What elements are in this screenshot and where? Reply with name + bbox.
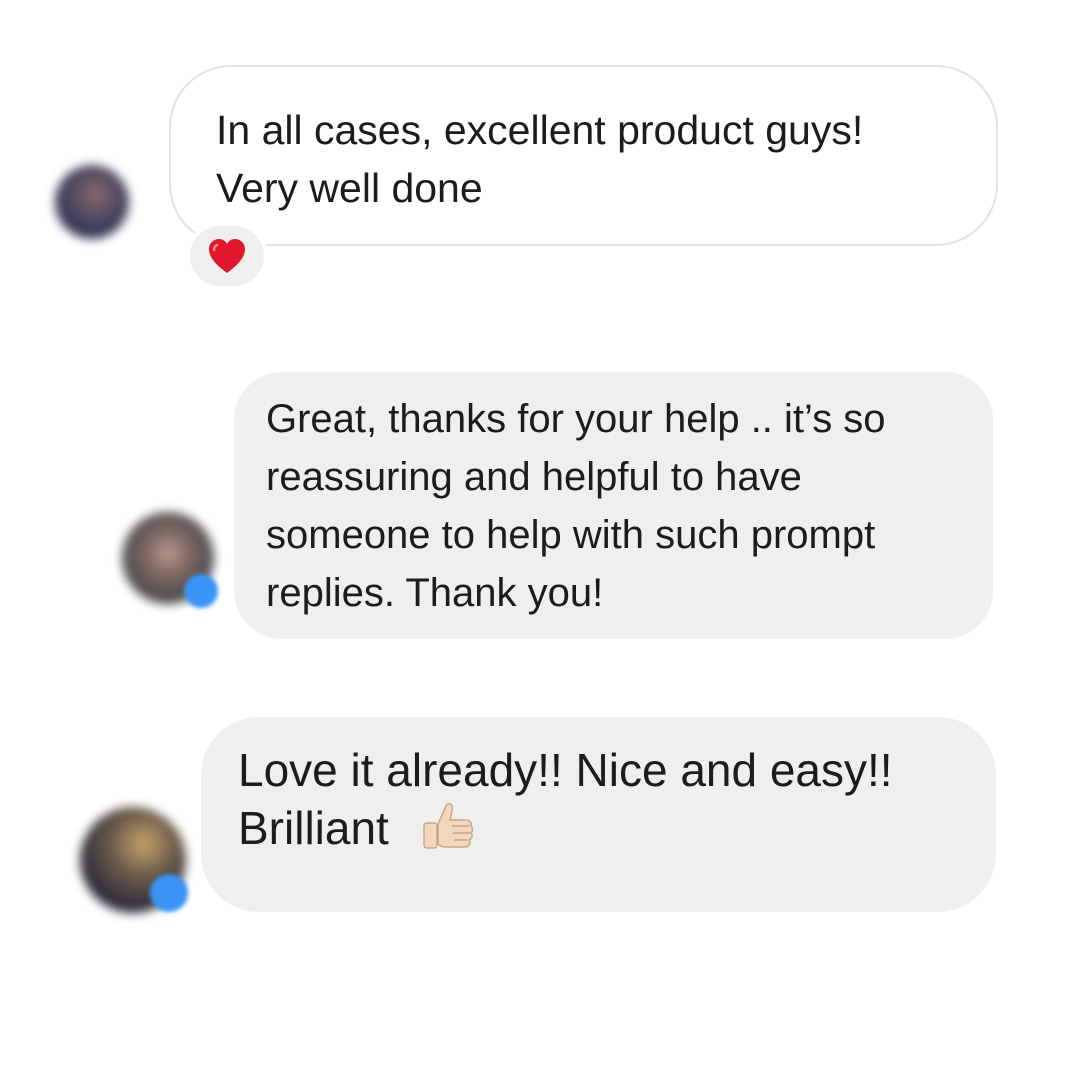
message-bubble[interactable]: Great, thanks for your help .. it’s so r… bbox=[234, 372, 993, 639]
message-text-line: someone to help with such prompt bbox=[266, 513, 876, 557]
message-text-line: replies. Thank you! bbox=[266, 571, 604, 615]
thumbs-up-icon bbox=[422, 802, 473, 849]
verified-badge-icon bbox=[184, 574, 218, 608]
message-text-line: reassuring and helpful to have bbox=[266, 455, 802, 499]
verified-badge-icon bbox=[150, 874, 188, 912]
chat-screen: In all cases, excellent product guys! Ve… bbox=[0, 0, 1080, 1080]
message-text-line: Great, thanks for your help .. it’s so bbox=[266, 397, 886, 441]
message-bubble[interactable]: Love it already!! Nice and easy!! Brilli… bbox=[201, 717, 996, 912]
reaction-badge[interactable] bbox=[186, 222, 268, 290]
message-text-line: Love it already!! Nice and easy!! bbox=[238, 744, 893, 796]
message-bubble[interactable]: In all cases, excellent product guys! Ve… bbox=[169, 65, 998, 246]
message-text-line: Brilliant bbox=[238, 799, 966, 858]
message-text-line: Very well done bbox=[216, 165, 483, 211]
avatar[interactable] bbox=[55, 165, 129, 239]
message-text-line: In all cases, excellent product guys! bbox=[216, 107, 864, 153]
message-text: Brilliant bbox=[238, 802, 389, 854]
heart-icon bbox=[209, 239, 245, 273]
